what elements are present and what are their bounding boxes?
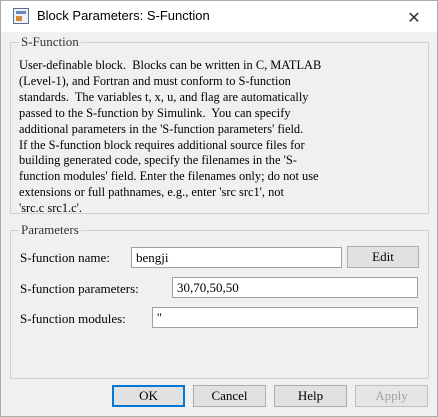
simulink-block-icon <box>13 8 29 24</box>
parameters-group-label: Parameters <box>19 222 81 238</box>
sfunction-parameters-input[interactable]: 30,70,50,50 <box>172 277 418 298</box>
window-title: Block Parameters: S-Function <box>37 8 210 23</box>
sfunction-description: User-definable block. Blocks can be writ… <box>19 58 322 216</box>
sfunction-modules-input[interactable]: '' <box>152 307 418 328</box>
cancel-button[interactable]: Cancel <box>193 385 266 407</box>
edit-button[interactable]: Edit <box>347 246 419 268</box>
block-parameters-dialog: Block Parameters: S-Function ✕ S-Functio… <box>0 0 438 417</box>
ok-button[interactable]: OK <box>112 385 185 407</box>
sfunction-name-label: S-function name: <box>20 250 110 265</box>
sfunction-group: S-Function User-definable block. Blocks … <box>10 34 429 216</box>
sfunction-name-input[interactable]: bengji <box>131 247 342 268</box>
sfunction-group-label: S-Function <box>19 34 81 50</box>
close-button[interactable]: ✕ <box>401 5 427 29</box>
help-button[interactable]: Help <box>274 385 347 407</box>
title-bar[interactable]: Block Parameters: S-Function ✕ <box>1 1 437 32</box>
sfunction-parameters-label: S-function parameters: <box>20 281 139 296</box>
parameters-group: Parameters S-function name: bengji Edit … <box>10 222 429 379</box>
close-icon: ✕ <box>407 7 421 27</box>
apply-button[interactable]: Apply <box>355 385 428 407</box>
sfunction-modules-label: S-function modules: <box>20 311 126 326</box>
